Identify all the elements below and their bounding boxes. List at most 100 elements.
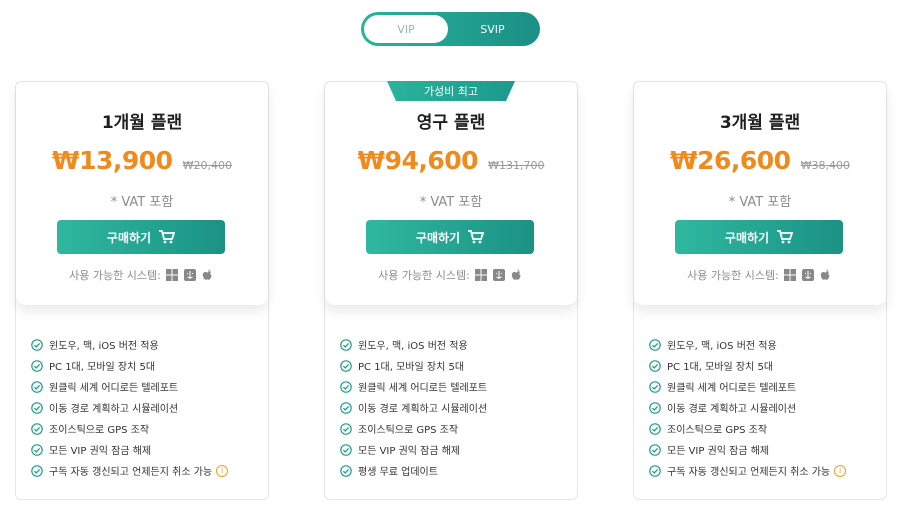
plan-name: 3개월 플랜 (719, 113, 801, 133)
plan-name: 1개월 플랜 (101, 113, 183, 133)
feature-item: 평생 무료 업데이트 (340, 460, 487, 481)
feature-text: 평생 무료 업데이트 (358, 467, 438, 478)
check-circle-icon (340, 338, 352, 351)
best-value-badge: 가성비 최고 (387, 81, 515, 101)
feature-text: PC 1대, 모바일 장치 5대 (49, 362, 156, 373)
cart-icon (159, 230, 176, 244)
systems-label: 사용 가능한 시스템: (687, 269, 779, 282)
feature-item: 모든 VIP 권익 잠금 해제 (340, 439, 487, 460)
info-icon[interactable]: i (216, 464, 229, 477)
supported-systems: 사용 가능한 시스템: (325, 267, 577, 283)
feature-item: 조이스틱으로 GPS 조작 (31, 418, 228, 439)
vat-note: * VAT 포함 (110, 195, 174, 210)
feature-item: 윈도우, 맥, iOS 버전 적용 (340, 334, 487, 355)
svip-toggle-option[interactable]: SVIP (448, 15, 537, 43)
check-circle-icon (340, 401, 352, 414)
check-circle-icon (340, 443, 352, 456)
feature-text: 윈도우, 맥, iOS 버전 적용 (49, 341, 159, 352)
feature-text: 구독 자동 갱신되고 언제든지 취소 가능 (667, 467, 831, 478)
windows-icon (474, 268, 488, 282)
check-circle-icon (340, 422, 352, 435)
price: ₩94,600 (357, 146, 479, 175)
check-circle-icon (649, 359, 661, 372)
plan-name: 영구 플랜 (416, 113, 486, 133)
systems-label: 사용 가능한 시스템: (69, 269, 161, 282)
plan-card-1-month: 1개월 플랜 ₩13,900 ₩20,400 * VAT 포함 구매하기 사용 … (15, 81, 269, 500)
feature-list: 윈도우, 맥, iOS 버전 적용 PC 1대, 모바일 장치 5대 원클릭 세… (340, 334, 487, 481)
plan-type-toggle[interactable]: VIP SVIP (361, 12, 540, 46)
feature-text: PC 1대, 모바일 장치 5대 (358, 362, 465, 373)
buy-button-label: 구매하기 (106, 230, 152, 245)
cart-icon (777, 230, 794, 244)
feature-item: 윈도우, 맥, iOS 버전 적용 (31, 334, 228, 355)
price-row: ₩26,600 ₩38,400 (634, 146, 886, 175)
feature-item: PC 1대, 모바일 장치 5대 (649, 355, 846, 376)
feature-item: 원클릭 세계 어디로든 텔레포트 (340, 376, 487, 397)
feature-item: 모든 VIP 권익 잠금 해제 (31, 439, 228, 460)
buy-button[interactable]: 구매하기 (57, 220, 225, 254)
check-circle-icon (649, 464, 661, 477)
check-circle-icon (31, 422, 43, 435)
feature-text: 윈도우, 맥, iOS 버전 적용 (667, 341, 777, 352)
feature-item: 이동 경로 계획하고 시뮬레이션 (340, 397, 487, 418)
windows-icon (165, 268, 179, 282)
mac-finder-icon (801, 268, 815, 282)
plan-card-header: 3개월 플랜 ₩26,600 ₩38,400 * VAT 포함 구매하기 사용 … (634, 82, 886, 305)
feature-text: 이동 경로 계획하고 시뮬레이션 (358, 404, 488, 415)
supported-systems: 사용 가능한 시스템: (634, 267, 886, 283)
feature-text: 원클릭 세계 어디로든 텔레포트 (358, 383, 488, 394)
price-row: ₩13,900 ₩20,400 (16, 146, 268, 175)
feature-list: 윈도우, 맥, iOS 버전 적용 PC 1대, 모바일 장치 5대 원클릭 세… (31, 334, 229, 481)
info-icon[interactable]: i (834, 464, 847, 477)
feature-item: 모든 VIP 권익 잠금 해제 (649, 439, 846, 460)
feature-item: 구독 자동 갱신되고 언제든지 취소 가능 i (31, 460, 229, 481)
feature-text: 원클릭 세계 어디로든 텔레포트 (49, 383, 179, 394)
check-circle-icon (649, 338, 661, 351)
feature-item: 조이스틱으로 GPS 조작 (649, 418, 846, 439)
mac-finder-icon (183, 268, 197, 282)
feature-text: 모든 VIP 권익 잠금 해제 (358, 446, 461, 457)
vat-note: * VAT 포함 (419, 195, 483, 210)
check-circle-icon (31, 380, 43, 393)
feature-item: 원클릭 세계 어디로든 텔레포트 (649, 376, 846, 397)
check-circle-icon (649, 443, 661, 456)
feature-list: 윈도우, 맥, iOS 버전 적용 PC 1대, 모바일 장치 5대 원클릭 세… (649, 334, 847, 481)
feature-item: 이동 경로 계획하고 시뮬레이션 (649, 397, 846, 418)
feature-text: PC 1대, 모바일 장치 5대 (667, 362, 774, 373)
apple-icon (819, 268, 833, 282)
feature-text: 조이스틱으로 GPS 조작 (667, 425, 768, 436)
feature-text: 조이스틱으로 GPS 조작 (49, 425, 150, 436)
feature-text: 모든 VIP 권익 잠금 해제 (667, 446, 770, 457)
check-circle-icon (31, 401, 43, 414)
feature-text: 이동 경로 계획하고 시뮬레이션 (49, 404, 179, 415)
original-price: ₩131,700 (488, 159, 545, 172)
feature-item: PC 1대, 모바일 장치 5대 (340, 355, 487, 376)
plan-card-header: 가성비 최고 영구 플랜 ₩94,600 ₩131,700 * VAT 포함 구… (325, 81, 577, 305)
check-circle-icon (340, 380, 352, 393)
check-circle-icon (340, 359, 352, 372)
vat-note: * VAT 포함 (728, 195, 792, 210)
check-circle-icon (649, 380, 661, 393)
buy-button-label: 구매하기 (724, 230, 770, 245)
vip-toggle-option[interactable]: VIP (364, 15, 448, 43)
feature-text: 윈도우, 맥, iOS 버전 적용 (358, 341, 468, 352)
check-circle-icon (31, 338, 43, 351)
plan-card-lifetime: 가성비 최고 영구 플랜 ₩94,600 ₩131,700 * VAT 포함 구… (324, 81, 578, 500)
price: ₩13,900 (52, 146, 173, 175)
feature-text: 조이스틱으로 GPS 조작 (358, 425, 459, 436)
apple-icon (510, 268, 524, 282)
supported-systems: 사용 가능한 시스템: (16, 267, 268, 283)
check-circle-icon (340, 464, 352, 477)
buy-button[interactable]: 구매하기 (675, 220, 843, 254)
check-circle-icon (649, 401, 661, 414)
feature-item: 조이스틱으로 GPS 조작 (340, 418, 487, 439)
original-price: ₩20,400 (182, 159, 232, 172)
feature-item: 윈도우, 맥, iOS 버전 적용 (649, 334, 846, 355)
mac-finder-icon (492, 268, 506, 282)
buy-button-label: 구매하기 (415, 230, 461, 245)
check-circle-icon (649, 422, 661, 435)
feature-text: 구독 자동 갱신되고 언제든지 취소 가능 (49, 467, 213, 478)
buy-button[interactable]: 구매하기 (366, 220, 534, 254)
feature-item: 구독 자동 갱신되고 언제든지 취소 가능 i (649, 460, 847, 481)
feature-text: 모든 VIP 권익 잠금 해제 (49, 446, 152, 457)
